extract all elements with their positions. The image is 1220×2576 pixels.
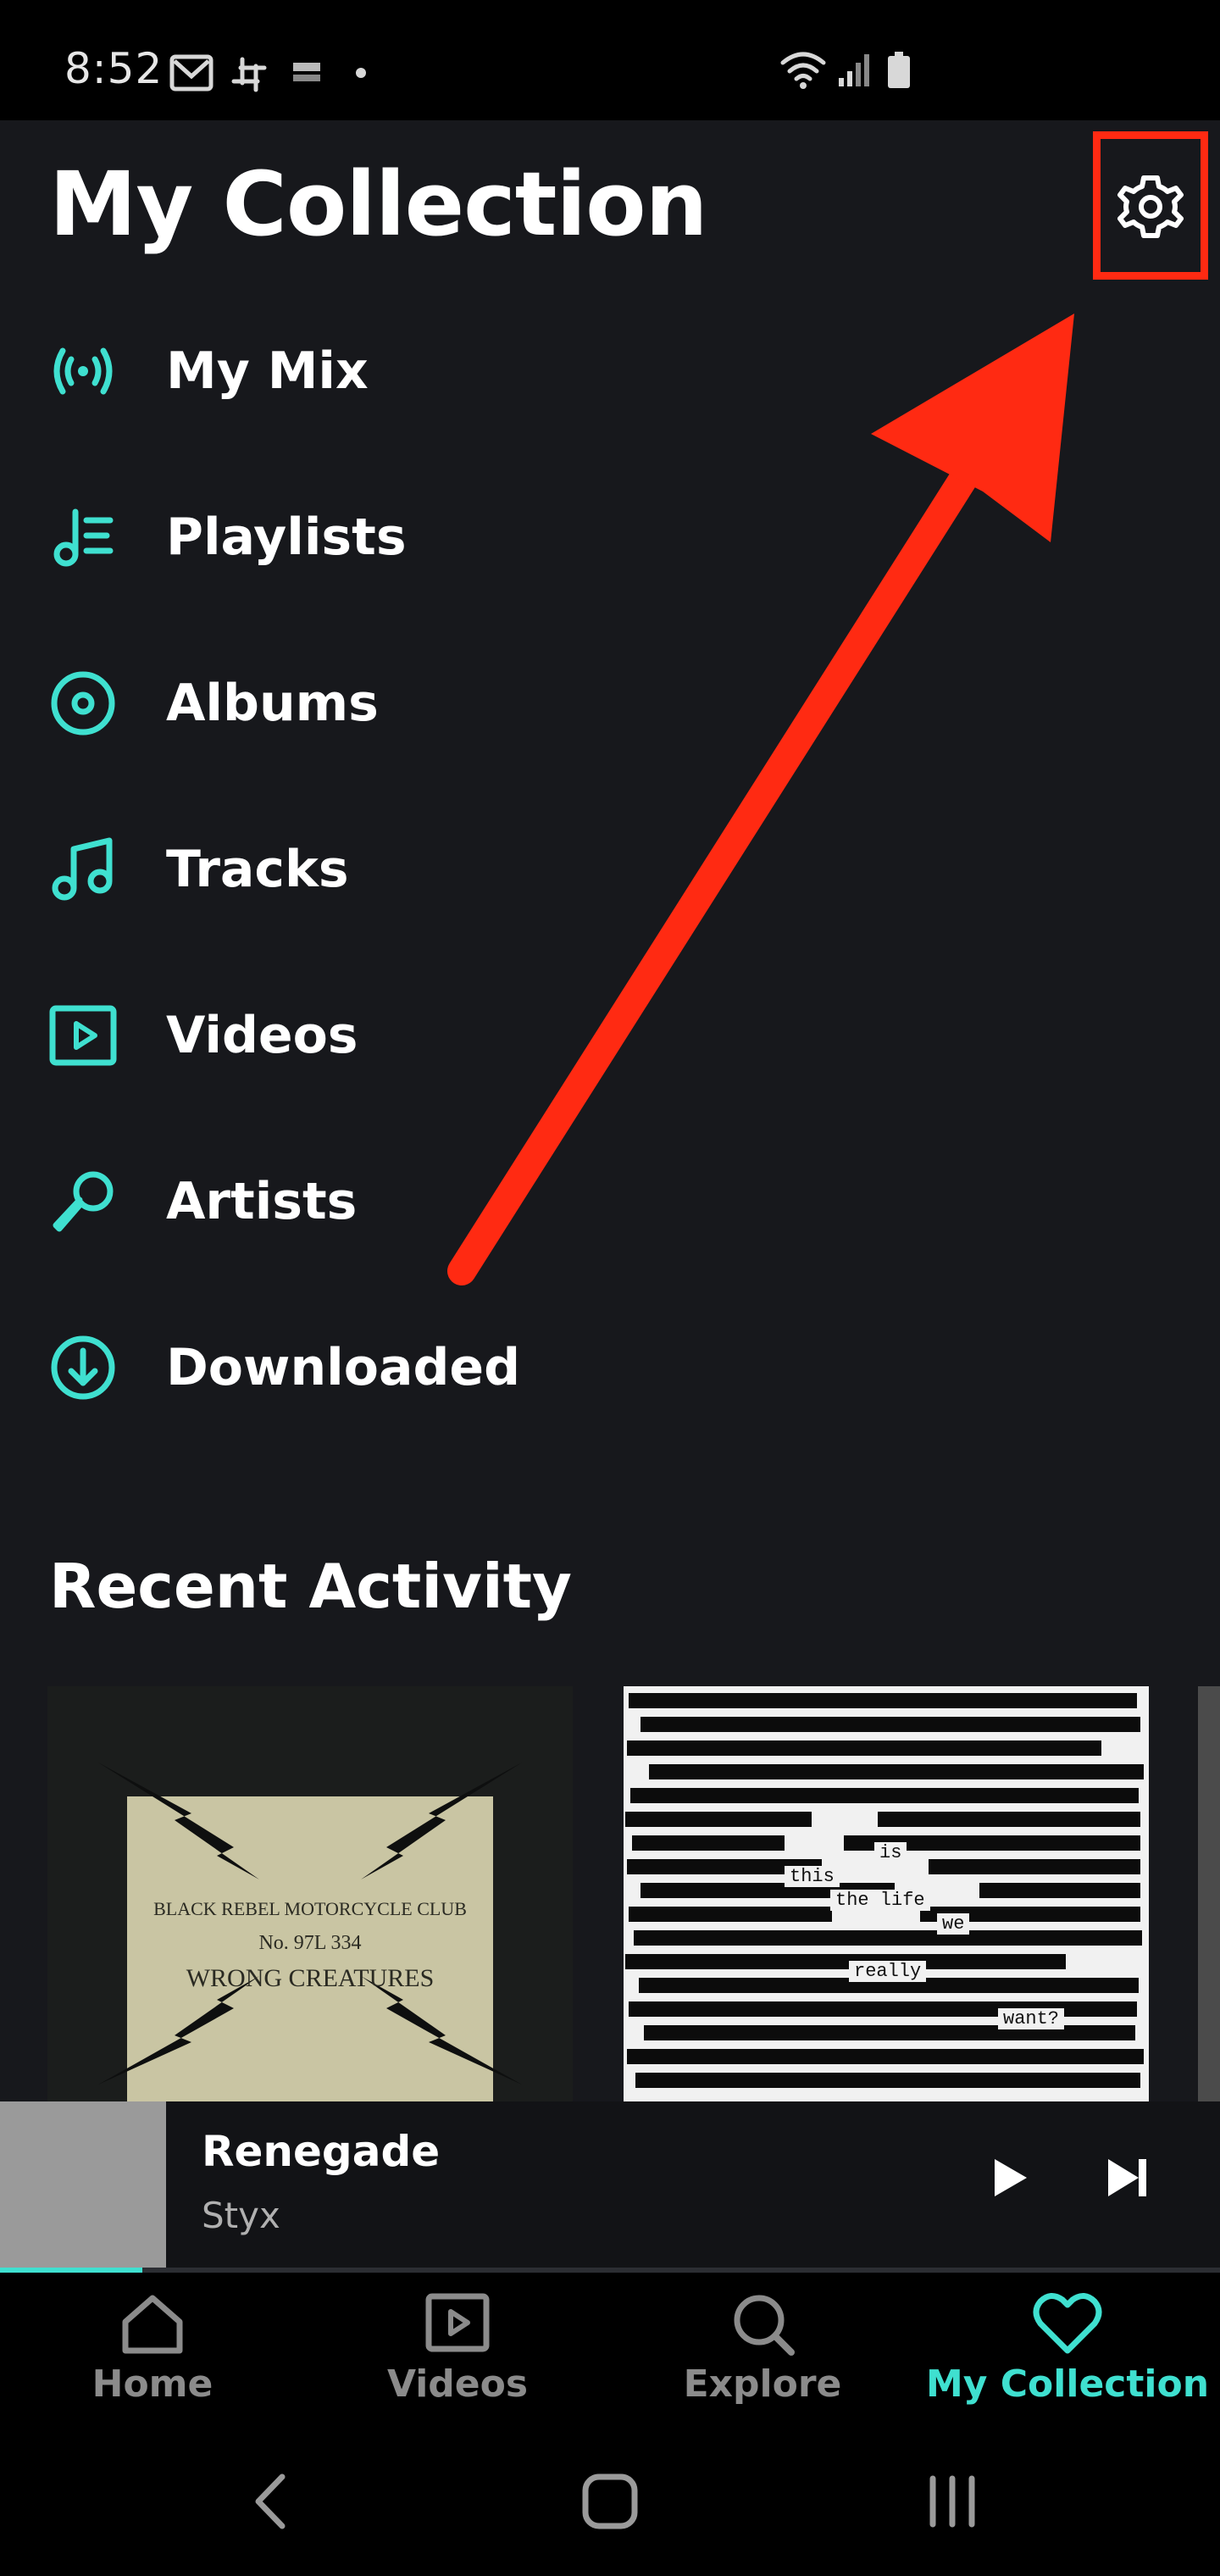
- menu-item-label: My Mix: [166, 341, 369, 401]
- album-disc-icon: [47, 668, 119, 739]
- system-recents-button[interactable]: [901, 2459, 1003, 2544]
- menu-item-label: Videos: [166, 1006, 358, 1065]
- heart-icon: [1032, 2288, 1103, 2359]
- recent-activity-title: Recent Activity: [49, 1551, 572, 1622]
- menu-item-videos[interactable]: Videos: [0, 952, 762, 1119]
- playlist-icon: [47, 502, 119, 573]
- album-art-text: is: [874, 1842, 907, 1863]
- signal-icon: [839, 54, 869, 86]
- battery-icon: [888, 52, 910, 88]
- search-icon: [727, 2288, 798, 2359]
- system-nav-bar: [0, 2425, 1220, 2576]
- nav-home[interactable]: Home: [0, 2273, 305, 2425]
- recents-icon: [929, 2475, 975, 2528]
- menu-item-label: Tracks: [166, 840, 349, 899]
- nav-my-collection[interactable]: My Collection: [915, 2273, 1220, 2425]
- recent-card-partial[interactable]: [1198, 1686, 1220, 2101]
- menu-item-tracks[interactable]: Tracks: [0, 786, 762, 952]
- system-home-button[interactable]: [559, 2459, 661, 2544]
- skip-next-icon: [1108, 2159, 1146, 2196]
- menu-item-label: Downloaded: [166, 1338, 521, 1397]
- album-art-text: WRONG CREATURES: [186, 1964, 435, 1992]
- album-art-text: BLACK REBEL MOTORCYCLE CLUB: [153, 1898, 467, 1919]
- album-art-text: this: [785, 1866, 840, 1887]
- nav-videos[interactable]: Videos: [305, 2273, 610, 2425]
- home-square-icon: [582, 2473, 638, 2529]
- music-note-icon: [47, 834, 119, 905]
- menu-item-label: Playlists: [166, 508, 407, 567]
- menu-item-downloaded[interactable]: Downloaded: [0, 1285, 762, 1451]
- menu-item-label: Artists: [166, 1172, 358, 1231]
- album-art-text: No. 97L 334: [258, 1932, 362, 1954]
- back-chevron-icon: [255, 2473, 286, 2529]
- now-playing-art: [0, 2101, 166, 2268]
- nav-label: Videos: [386, 2362, 529, 2406]
- mini-player[interactable]: Renegade Styx: [0, 2101, 1220, 2273]
- settings-highlight-box: [1093, 131, 1208, 280]
- recent-card-is-this-the-life[interactable]: is this the life we really want?: [624, 1686, 1149, 2101]
- now-playing-artist: Styx: [202, 2195, 280, 2236]
- radio-broadcast-icon: [47, 336, 119, 407]
- menu-item-label: Albums: [166, 674, 379, 733]
- status-bar: 8:52: [0, 0, 1220, 120]
- recent-card-wrong-creatures[interactable]: BLACK REBEL MOTORCYCLE CLUB No. 97L 334 …: [47, 1686, 573, 2101]
- more-notifications-icon: [356, 68, 366, 78]
- menu-item-my-mix[interactable]: My Mix: [0, 288, 762, 454]
- microphone-icon: [47, 1166, 119, 1237]
- now-playing-title: Renegade: [202, 2127, 441, 2176]
- home-icon: [117, 2288, 188, 2359]
- album-art-text: the life: [830, 1890, 930, 1911]
- page-title: My Collection: [49, 153, 708, 256]
- nav-label: Explore: [683, 2362, 842, 2406]
- album-art-wrong-creatures: [47, 1686, 573, 2101]
- wifi-icon: [780, 52, 826, 89]
- menu-item-artists[interactable]: Artists: [0, 1119, 762, 1285]
- album-art-text: really: [849, 1961, 927, 1982]
- nav-label: Home: [92, 2362, 214, 2406]
- status-time: 8:52: [64, 44, 164, 93]
- menu-item-playlists[interactable]: Playlists: [0, 454, 762, 620]
- menu-item-albums[interactable]: Albums: [0, 620, 762, 786]
- gmail-notification-icon: [169, 54, 214, 92]
- play-button[interactable]: [974, 2144, 1042, 2212]
- album-art-text: want?: [998, 2008, 1065, 2029]
- play-icon: [995, 2159, 1027, 2196]
- bottom-nav: Home Videos Explore My Collection: [0, 2273, 1220, 2425]
- slack-notification-icon: [231, 57, 267, 92]
- video-play-icon: [47, 1000, 119, 1071]
- album-art-text: we: [937, 1913, 970, 1935]
- nav-explore[interactable]: Explore: [610, 2273, 915, 2425]
- nav-label: My Collection: [925, 2362, 1210, 2406]
- hbo-max-notification-icon: [293, 63, 320, 81]
- next-track-button[interactable]: [1093, 2144, 1161, 2212]
- download-circle-icon: [47, 1332, 119, 1403]
- video-icon: [422, 2288, 493, 2359]
- system-back-button[interactable]: [220, 2459, 322, 2544]
